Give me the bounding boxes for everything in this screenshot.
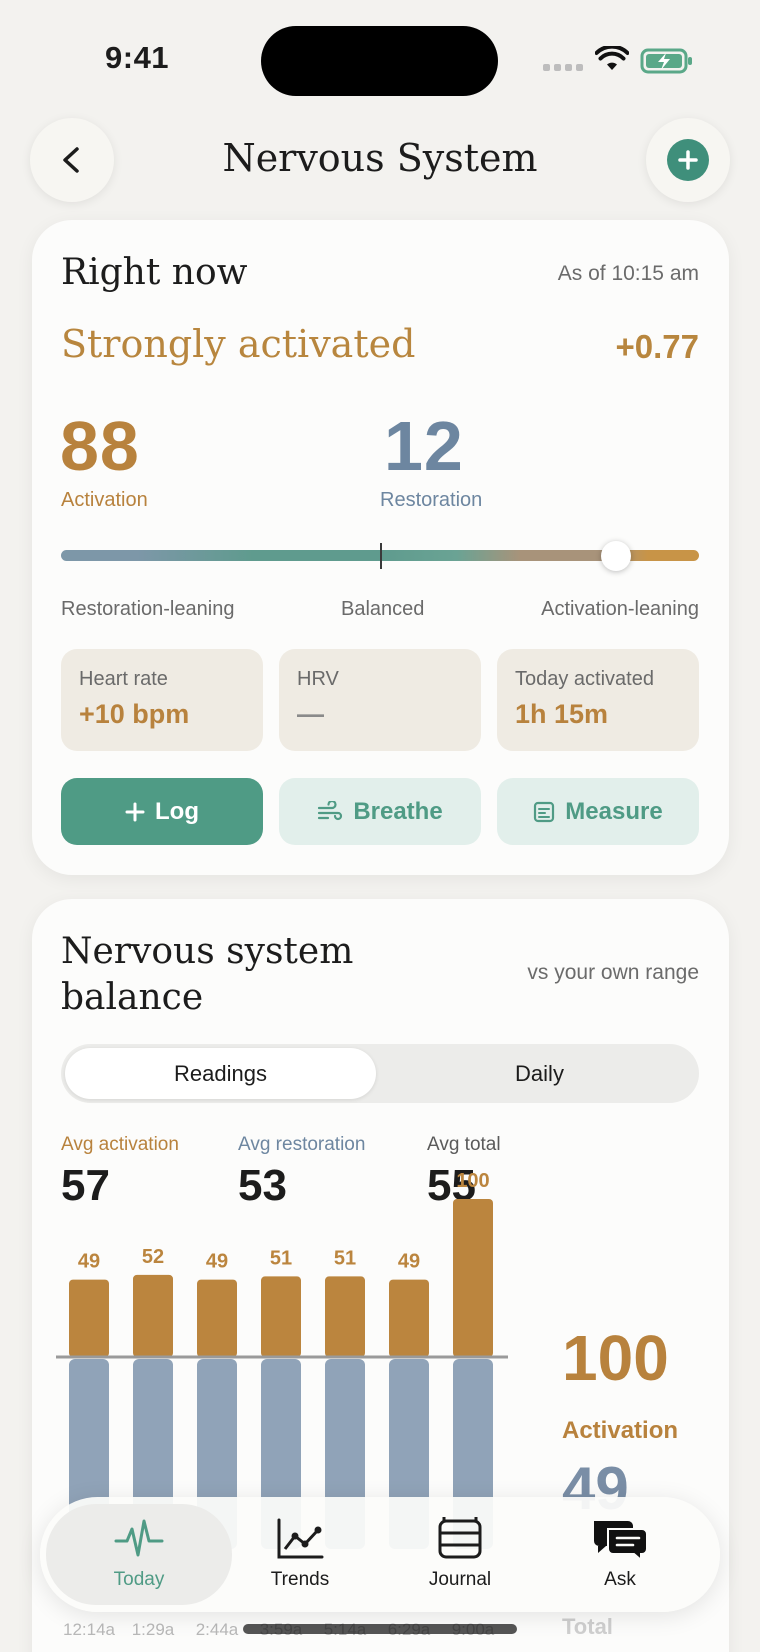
- balance-title: Nervous system balance: [61, 929, 353, 1021]
- right-now-card: Right now As of 10:15 am Strongly activa…: [32, 220, 729, 875]
- activation-bar[interactable]: [389, 1279, 429, 1357]
- balance-center-marker: [380, 543, 382, 569]
- chat-bubble-icon: [594, 1521, 648, 1561]
- activation-data-label: 49: [78, 1251, 100, 1273]
- tab-today[interactable]: Today: [59, 1497, 219, 1612]
- segment-daily[interactable]: Daily: [384, 1048, 695, 1099]
- stat-label: Today activated: [515, 668, 654, 690]
- activation-bar[interactable]: [69, 1279, 109, 1357]
- activation-data-label: 52: [142, 1246, 164, 1268]
- selected-activation-label: Activation: [562, 1417, 679, 1444]
- tab-journal[interactable]: Journal: [380, 1497, 540, 1612]
- avg-restoration-label: Avg restoration: [238, 1134, 366, 1155]
- tab-label: Today: [113, 1569, 165, 1590]
- activation-bar[interactable]: [325, 1276, 365, 1357]
- tab-bar: Today Trends Journal Ask: [40, 1497, 720, 1612]
- log-button[interactable]: Log: [61, 778, 263, 845]
- balance-title-line2: balance: [61, 977, 204, 1018]
- activation-label: Activation: [61, 489, 148, 511]
- tab-label: Trends: [270, 1569, 330, 1590]
- stat-value: —: [297, 699, 324, 729]
- heart-rate-stat: Heart rate +10 bpm: [61, 649, 263, 751]
- stat-label: Heart rate: [79, 668, 168, 690]
- activation-data-label: 51: [270, 1247, 292, 1269]
- activation-data-label: 49: [206, 1251, 228, 1273]
- time-tick-label: 1:29a: [132, 1620, 175, 1639]
- activation-score: 88: [60, 407, 140, 485]
- balance-slider-knob: [601, 541, 632, 571]
- stat-label: HRV: [297, 668, 339, 690]
- stat-value: +10 bpm: [79, 699, 190, 729]
- stat-value: 1h 15m: [515, 699, 609, 729]
- heartbeat-icon: [114, 1519, 164, 1557]
- activation-bar[interactable]: [133, 1274, 173, 1357]
- home-indicator: [243, 1624, 517, 1634]
- tab-label: Ask: [604, 1569, 636, 1590]
- dynamic-island: [261, 26, 498, 96]
- line-chart-icon: [277, 1518, 324, 1559]
- selected-activation-value: 100: [562, 1322, 669, 1394]
- as-of-timestamp: As of 10:15 am: [557, 262, 699, 285]
- measure-button[interactable]: Measure: [497, 778, 699, 845]
- scale-label-right: Activation-leaning: [541, 598, 699, 620]
- avg-activation-label: Avg activation: [61, 1134, 179, 1155]
- activation-bar[interactable]: [453, 1199, 493, 1357]
- time-tick-label: 12:14a: [63, 1620, 116, 1639]
- measure-icon: [534, 801, 555, 822]
- plus-icon: [125, 802, 145, 821]
- activation-bar[interactable]: [197, 1279, 237, 1357]
- restoration-label: Restoration: [380, 489, 483, 511]
- scale-label-left: Restoration-leaning: [61, 598, 235, 620]
- segment-readings[interactable]: Readings: [65, 1048, 376, 1099]
- measure-button-label: Measure: [565, 797, 663, 825]
- view-segmented-control: Readings Daily: [61, 1044, 699, 1103]
- today-activated-stat: Today activated 1h 15m: [497, 649, 699, 751]
- delta-value: +0.77: [615, 328, 700, 365]
- breathe-button-label: Breathe: [353, 797, 443, 825]
- restoration-score: 12: [384, 407, 464, 485]
- activation-bar[interactable]: [261, 1276, 301, 1357]
- avg-activation-value: 57: [61, 1161, 110, 1210]
- add-button[interactable]: [646, 118, 730, 202]
- status-time: 9:41: [105, 40, 170, 75]
- battery-icon: [640, 48, 692, 74]
- journal-icon: [438, 1517, 482, 1559]
- wind-icon: [318, 800, 343, 820]
- avg-restoration-value: 53: [238, 1161, 287, 1210]
- card-title: Right now: [61, 252, 248, 293]
- state-label: Strongly activated: [61, 322, 416, 366]
- plus-circle-icon: [667, 139, 709, 181]
- avg-total-label: Avg total: [427, 1134, 501, 1155]
- scale-label-center: Balanced: [341, 598, 425, 620]
- balance-title-line1: Nervous system: [61, 931, 354, 972]
- time-tick-label: 2:44a: [196, 1620, 239, 1639]
- tab-ask[interactable]: Ask: [540, 1497, 700, 1612]
- tab-label: Journal: [428, 1569, 492, 1590]
- activation-data-label: 49: [398, 1251, 420, 1273]
- wifi-icon: [595, 46, 629, 70]
- selected-total-label: Total: [562, 1614, 613, 1639]
- log-button-label: Log: [155, 797, 199, 825]
- tab-trends[interactable]: Trends: [220, 1497, 380, 1612]
- cellular-signal-icon: [543, 64, 583, 71]
- range-subtitle: vs your own range: [527, 961, 699, 984]
- breathe-button[interactable]: Breathe: [279, 778, 481, 845]
- activation-data-label: 51: [334, 1247, 356, 1269]
- activation-data-label: 100: [456, 1170, 489, 1192]
- hrv-stat: HRV —: [279, 649, 481, 751]
